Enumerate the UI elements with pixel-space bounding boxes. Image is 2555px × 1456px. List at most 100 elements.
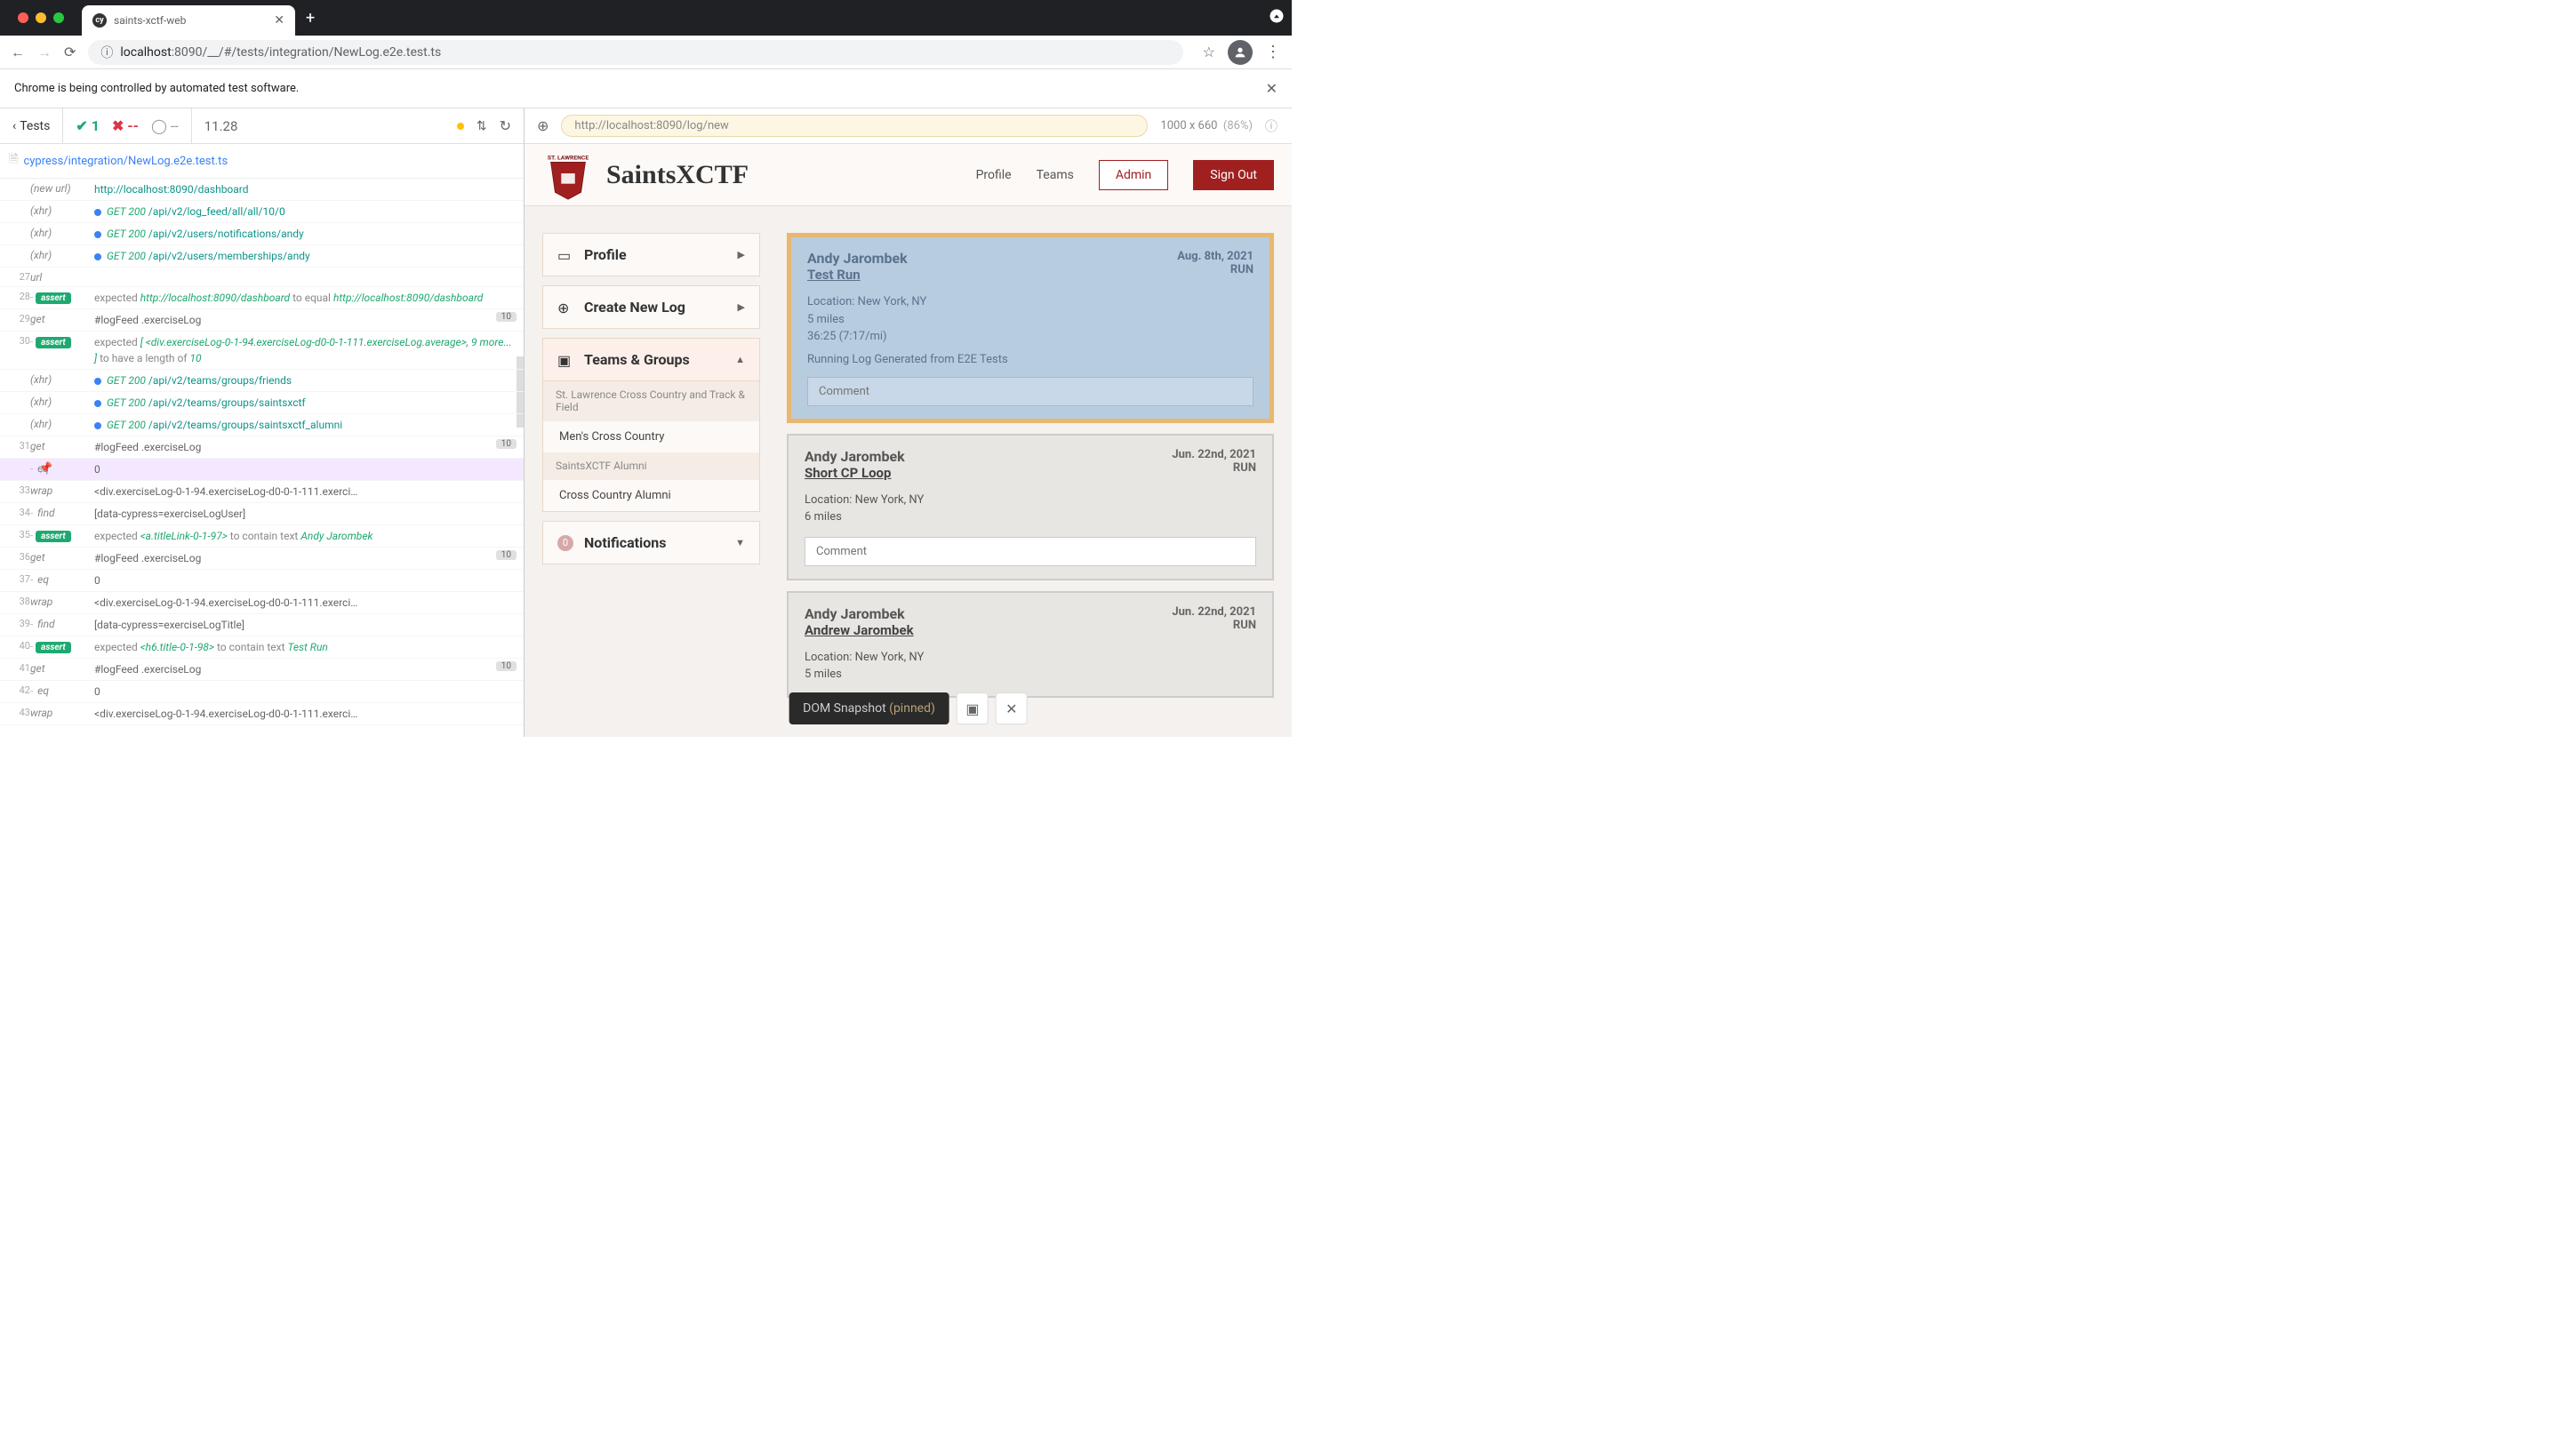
command-row[interactable]: 39- find[data-cypress=exerciseLogTitle] — [0, 614, 524, 636]
command-row[interactable]: (xhr)GET 200 /api/v2/teams/groups/saints… — [0, 414, 524, 436]
automation-message: Chrome is being controlled by automated … — [14, 82, 299, 95]
command-row[interactable]: 36get#logFeed .exerciseLog10 — [0, 548, 524, 570]
command-row[interactable]: (xhr)GET 200 /api/v2/users/notifications… — [0, 223, 524, 245]
nav-profile[interactable]: Profile — [976, 168, 1012, 182]
command-row[interactable]: 31get#logFeed .exerciseLog10 — [0, 436, 524, 459]
command-log[interactable]: (new url)http://localhost:8090/dashboard… — [0, 179, 524, 737]
team-item-xc-alumni[interactable]: Cross Country Alumni — [543, 479, 759, 511]
team-item-mens-xc[interactable]: Men's Cross Country — [543, 420, 759, 452]
app-logo[interactable]: ST. LAWRENCE — [542, 149, 594, 201]
command-row[interactable]: 29get#logFeed .exerciseLog10 — [0, 309, 524, 332]
plus-circle-icon: ⊕ — [557, 300, 573, 316]
log-user[interactable]: Andy Jarombek — [805, 605, 914, 622]
command-row[interactable]: (xhr)GET 200 /api/v2/users/memberships/a… — [0, 245, 524, 268]
snapshot-close-button[interactable]: ✕ — [996, 692, 1028, 724]
command-row[interactable]: 37- eq0 — [0, 570, 524, 592]
file-path-text: cypress/integration/NewLog.e2e.test.ts — [23, 155, 228, 168]
command-number — [7, 248, 30, 249]
spec-file-path[interactable]: 🗎 cypress/integration/NewLog.e2e.test.ts — [0, 144, 524, 179]
command-number: 33 — [7, 484, 30, 496]
exercise-log-card[interactable]: Andy Jarombek Andrew Jarombek Jun. 22nd,… — [787, 591, 1274, 698]
chevron-down-icon: ▼ — [735, 537, 745, 548]
command-name: wrap — [30, 484, 94, 497]
sidebar-create-log[interactable]: ⊕ Create New Log ▶ — [542, 285, 760, 329]
command-row[interactable]: 33wrap<div.exerciseLog-0-1-94.exerciseLo… — [0, 481, 524, 503]
log-title[interactable]: Andrew Jarombek — [805, 622, 914, 638]
site-info-icon[interactable]: ⓘ — [100, 44, 113, 61]
rerun-button[interactable]: ↻ — [500, 117, 511, 134]
tests-label: Tests — [20, 119, 50, 133]
comment-input[interactable] — [807, 377, 1253, 406]
comment-input[interactable] — [805, 537, 1256, 566]
command-name: - eq — [30, 572, 94, 586]
log-description: Running Log Generated from E2E Tests — [807, 353, 1253, 366]
command-row[interactable]: 40- assertexpected <h6.title-0-1-98> to … — [0, 636, 524, 659]
viewport-info-icon[interactable]: ⓘ — [1265, 117, 1278, 135]
sidebar: ▭ Profile ▶ ⊕ Create New Log ▶ ▣ Teams &… — [542, 233, 760, 698]
bookmark-icon[interactable]: ☆ — [1203, 44, 1215, 60]
browser-tab[interactable]: cy saints-xctf-web ✕ — [82, 5, 295, 36]
resize-icon[interactable]: ⇅ — [477, 119, 487, 133]
command-name: - find — [30, 617, 94, 630]
command-row[interactable]: 34- find[data-cypress=exerciseLogUser] — [0, 503, 524, 525]
sidebar-profile[interactable]: ▭ Profile ▶ — [542, 233, 760, 276]
command-row[interactable]: (xhr)GET 200 /api/v2/teams/groups/friend… — [0, 370, 524, 392]
command-row[interactable]: 27url — [0, 268, 524, 287]
minimize-window-icon[interactable] — [36, 12, 46, 23]
profile-avatar-icon[interactable] — [1228, 40, 1253, 65]
command-row[interactable]: 41get#logFeed .exerciseLog10 — [0, 659, 524, 681]
log-details: Location: New York, NY 5 miles 36:25 (7:… — [807, 293, 1253, 346]
forward-button[interactable]: → — [37, 44, 52, 61]
chrome-menu-icon[interactable]: ⋮ — [1265, 43, 1281, 61]
log-title[interactable]: Short CP Loop — [805, 465, 905, 481]
reload-button[interactable]: ⟳ — [64, 44, 76, 60]
log-user[interactable]: Andy Jarombek — [807, 250, 908, 267]
maximize-window-icon[interactable] — [53, 12, 64, 23]
nav-teams[interactable]: Teams — [1037, 168, 1074, 182]
command-row[interactable]: (xhr)GET 200 /api/v2/teams/groups/saints… — [0, 392, 524, 414]
command-message: 0 — [94, 684, 517, 700]
address-bar[interactable]: ⓘ localhost:8090/__/#/tests/integration/… — [88, 40, 1182, 65]
cypress-runner-panel: ‹ Tests ✔ 1 ✖ -- ◯ -- 11.28 ⇅ ↻ 🗎 cypres… — [0, 108, 525, 737]
command-message: <div.exerciseLog-0-1-94.exerciseLog-d0-0… — [94, 706, 517, 722]
admin-button[interactable]: Admin — [1099, 160, 1168, 190]
command-number: 40 — [7, 639, 30, 652]
command-message: GET 200 /api/v2/log_feed/all/all/10/0 — [94, 204, 517, 220]
tab-title: saints-xctf-web — [114, 14, 267, 27]
signout-button[interactable]: Sign Out — [1193, 160, 1274, 190]
command-number — [7, 395, 30, 396]
command-message: [data-cypress=exerciseLogUser] — [94, 506, 517, 522]
command-row[interactable]: (xhr)GET 200 /api/v2/log_feed/all/all/10… — [0, 201, 524, 223]
command-message: expected http://localhost:8090/dashboard… — [94, 290, 517, 306]
exercise-log-card[interactable]: Andy Jarombek Test Run Aug. 8th, 2021 RU… — [787, 233, 1274, 423]
sidebar-teams-groups[interactable]: ▣ Teams & Groups ▲ — [542, 338, 760, 381]
snapshot-highlight-button[interactable]: ▣ — [957, 692, 989, 724]
log-title[interactable]: Test Run — [807, 267, 908, 283]
sidebar-notifications[interactable]: 0 Notifications ▼ — [542, 521, 760, 564]
team-header-1: St. Lawrence Cross Country and Track & F… — [543, 381, 759, 420]
new-tab-button[interactable]: + — [306, 9, 315, 28]
selector-playground-icon[interactable]: ⊕ — [537, 117, 549, 134]
command-row[interactable]: 30- assertexpected [ <div.exerciseLog-0-… — [0, 332, 524, 370]
command-message: <div.exerciseLog-0-1-94.exerciseLog-d0-0… — [94, 595, 517, 611]
close-tab-icon[interactable]: ✕ — [274, 13, 284, 28]
command-number: 39 — [7, 617, 30, 629]
browser-toolbar: ← → ⟳ ⓘ localhost:8090/__/#/tests/integr… — [0, 36, 1292, 69]
back-button[interactable]: ← — [11, 44, 25, 61]
command-row[interactable]: 38wrap<div.exerciseLog-0-1-94.exerciseLo… — [0, 592, 524, 614]
exercise-log-card[interactable]: Andy Jarombek Short CP Loop Jun. 22nd, 2… — [787, 434, 1274, 580]
close-window-icon[interactable] — [18, 12, 28, 23]
command-name: (new url) — [30, 181, 94, 195]
command-row[interactable]: 📌- eq0 — [0, 459, 524, 481]
preview-url[interactable]: http://localhost:8090/log/new — [561, 115, 1148, 137]
command-row[interactable]: 35- assertexpected <a.titleLink-0-1-97> … — [0, 525, 524, 548]
command-row[interactable]: (new url)http://localhost:8090/dashboard — [0, 179, 524, 201]
command-row[interactable]: 28- assertexpected http://localhost:8090… — [0, 287, 524, 309]
tests-back-button[interactable]: ‹ Tests — [0, 108, 63, 143]
log-user[interactable]: Andy Jarombek — [805, 448, 905, 465]
chrome-extension-icon[interactable] — [1269, 8, 1285, 28]
command-message: #logFeed .exerciseLog — [94, 550, 496, 566]
command-row[interactable]: 42- eq0 — [0, 681, 524, 703]
command-row[interactable]: 43wrap<div.exerciseLog-0-1-94.exerciseLo… — [0, 703, 524, 725]
close-infobar-icon[interactable]: ✕ — [1266, 80, 1278, 97]
